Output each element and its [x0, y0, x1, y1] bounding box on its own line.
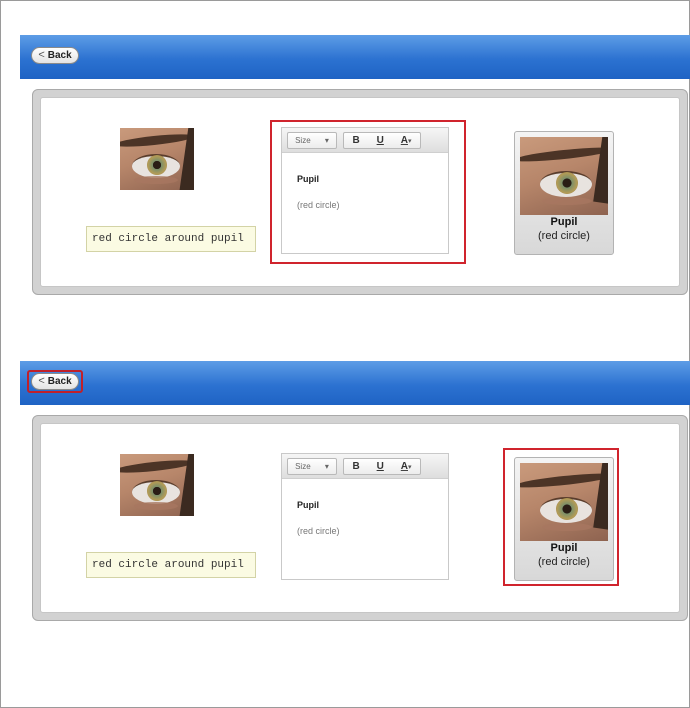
- font-color-label: A: [400, 461, 408, 472]
- font-color-button[interactable]: A▾: [401, 461, 412, 472]
- app-header: < Back: [20, 35, 690, 79]
- preview-subtitle: (red circle): [538, 230, 590, 242]
- back-button[interactable]: < Back: [31, 47, 79, 64]
- chevron-left-icon: <: [38, 49, 45, 61]
- panel-editor-highlighted: < Back red circle around pupil Size ▾ B …: [20, 35, 690, 300]
- editor-highlight-box: [270, 120, 466, 264]
- back-button-highlight-box: [27, 370, 83, 393]
- font-size-select[interactable]: Size ▾: [287, 458, 337, 475]
- text-editor[interactable]: Size ▾ B U A▾ Pupil (red circle): [281, 453, 449, 580]
- chevron-down-icon: ▾: [408, 464, 412, 471]
- eye-image: [120, 128, 194, 190]
- app-header: < Back: [20, 361, 690, 405]
- format-button-group: B U A▾: [343, 458, 421, 475]
- flashcard-body: red circle around pupil Size ▾ B U A▾ Pu…: [40, 97, 680, 287]
- image-note: red circle around pupil: [86, 226, 256, 252]
- eye-image: [120, 454, 194, 516]
- font-size-label: Size: [295, 462, 311, 471]
- flashcard-container: red circle around pupil Size ▾ B U A▾ Pu…: [32, 89, 688, 295]
- preview-title: Pupil: [550, 216, 578, 228]
- editor-toolbar: Size ▾ B U A▾: [282, 454, 448, 479]
- panel-preview-highlighted: < Back red circle around pupil Size ▾ B …: [20, 361, 690, 626]
- underline-button[interactable]: U: [377, 461, 384, 472]
- eye-image: [520, 137, 608, 215]
- editor-title-text: Pupil: [297, 500, 319, 510]
- card-preview[interactable]: Pupil (red circle): [514, 131, 614, 255]
- flashcard-body: red circle around pupil Size ▾ B U A▾ Pu…: [40, 423, 680, 613]
- image-note: red circle around pupil: [86, 552, 256, 578]
- chevron-down-icon: ▾: [324, 462, 329, 471]
- flashcard-container: red circle around pupil Size ▾ B U A▾ Pu…: [32, 415, 688, 621]
- preview-highlight-box: [503, 448, 619, 586]
- editor-subtitle-text: (red circle): [297, 526, 340, 536]
- bold-button[interactable]: B: [352, 461, 359, 472]
- back-label: Back: [47, 50, 72, 61]
